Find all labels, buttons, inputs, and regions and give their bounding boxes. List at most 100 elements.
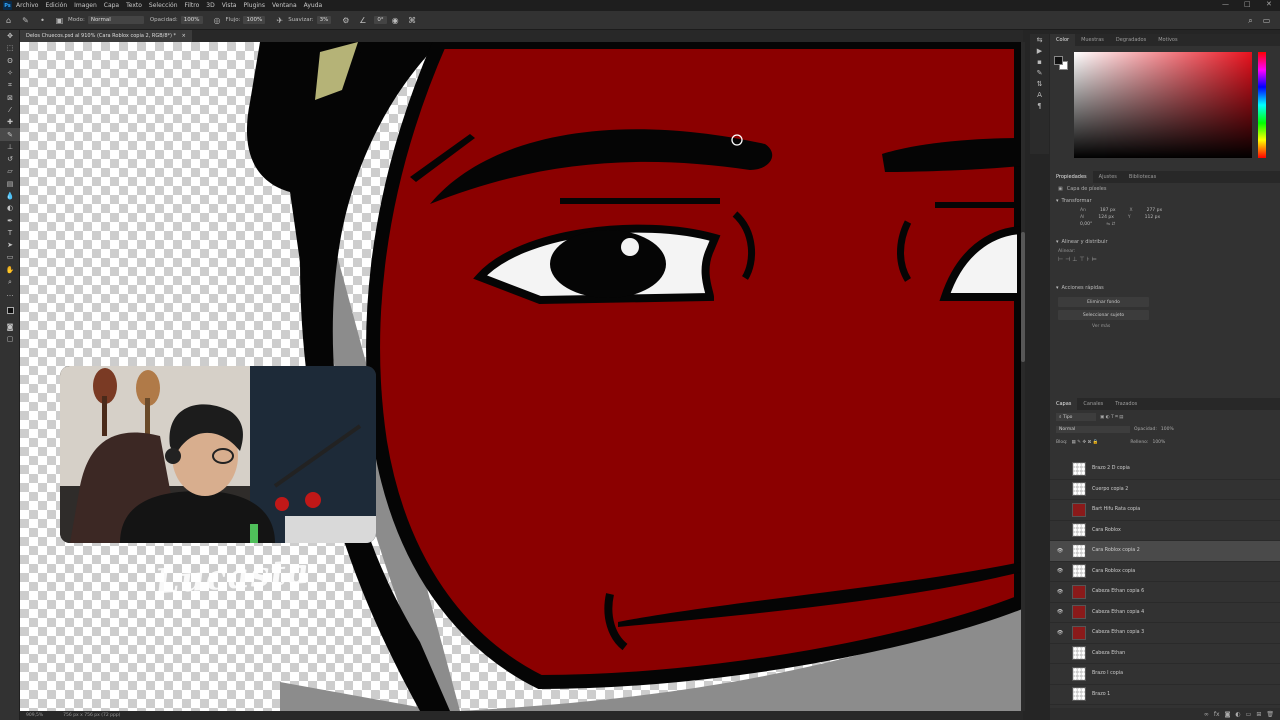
tab-capas[interactable]: Capas (1050, 398, 1078, 410)
foreground-background-swatches[interactable] (1054, 56, 1068, 70)
brush-tool-icon[interactable]: ✎ (21, 16, 30, 25)
tab-propiedades[interactable]: Propiedades (1050, 171, 1093, 183)
layer-name[interactable]: Cabeza Ethan copia 3 (1092, 630, 1144, 635)
healing-tool-icon[interactable]: ✚ (0, 116, 20, 128)
visibility-eye-icon[interactable]: 👁 (1054, 609, 1066, 615)
move-tool-icon[interactable]: ✥ (0, 30, 20, 42)
smoothing-input[interactable]: 3% (316, 16, 332, 24)
tab-canales[interactable]: Canales (1077, 398, 1109, 410)
menu-edicion[interactable]: Edición (45, 2, 67, 9)
menu-vista[interactable]: Vista (222, 2, 237, 9)
type-tool-icon[interactable]: T (0, 227, 20, 239)
layer-row[interactable]: 👁 Cabeza Ethan copia 3 (1050, 623, 1280, 644)
mode-control[interactable]: Modo: Normal (68, 16, 144, 24)
pressure-size-icon[interactable]: ◉ (391, 16, 400, 25)
pressure-opacity-icon[interactable]: ◎ (213, 16, 222, 25)
rectangle-tool-icon[interactable]: ▭ (0, 251, 20, 263)
layer-comps-icon[interactable]: ⇆ (1030, 34, 1049, 45)
path-select-tool-icon[interactable]: ➤ (0, 239, 20, 251)
mask-icon[interactable]: ◙ (1225, 711, 1231, 718)
y-input[interactable]: 112 px (1145, 215, 1161, 220)
menu-imagen[interactable]: Imagen (74, 2, 97, 9)
tab-muestras[interactable]: Muestras (1075, 34, 1110, 46)
more-tools-icon[interactable]: … (0, 288, 20, 300)
gear-icon[interactable]: ⚙ (341, 16, 350, 25)
layer-row[interactable]: Bart Hifu Rata copia (1050, 500, 1280, 521)
character-icon[interactable]: A (1030, 89, 1049, 100)
mode-select[interactable]: Normal (87, 16, 144, 24)
layer-name[interactable]: Cabeza Ethan copia 4 (1092, 610, 1144, 615)
visibility-eye-icon[interactable]: 👁 (1054, 548, 1066, 554)
crop-tool-icon[interactable]: ⌗ (0, 79, 20, 91)
smoothing-control[interactable]: Suavizar: 3% (288, 16, 332, 24)
canvas-vertical-scrollbar[interactable] (1021, 42, 1025, 711)
quick-mask-icon[interactable]: ◙ (0, 321, 20, 333)
layer-name[interactable]: Brazo 1 (1092, 692, 1110, 697)
tab-ajustes[interactable]: Ajustes (1093, 171, 1123, 183)
width-input[interactable]: 187 px (1100, 208, 1116, 213)
home-icon[interactable]: ⌂ (4, 16, 13, 25)
play-icon[interactable]: ▶ (1030, 45, 1049, 56)
hue-slider[interactable] (1258, 52, 1266, 158)
x-input[interactable]: 277 px (1147, 208, 1163, 213)
airbrush-icon[interactable]: ✈ (275, 16, 284, 25)
zoom-tool-icon[interactable]: ⌕ (0, 276, 20, 288)
layer-name[interactable]: Cuerpo copia 2 (1092, 487, 1128, 492)
menu-plugins[interactable]: Plugins (243, 2, 265, 9)
layer-row[interactable]: 👁 Cara Roblox copia (1050, 562, 1280, 582)
flow-control[interactable]: Flujo: 100% (226, 16, 266, 24)
layer-name[interactable]: Brazo 2 D copia (1092, 466, 1130, 471)
opacity-input[interactable]: 100% (180, 16, 203, 24)
menu-seleccion[interactable]: Selección (149, 2, 178, 9)
adjust-icon[interactable]: ⇅ (1030, 78, 1049, 89)
menu-3d[interactable]: 3D (206, 2, 214, 9)
lasso-tool-icon[interactable]: ʘ (0, 55, 20, 67)
brush-panel-icon[interactable]: ▣ (55, 16, 64, 25)
layer-row[interactable]: Cabeza Ethan (1050, 644, 1280, 664)
brush-size-icon[interactable]: • (38, 16, 47, 25)
stamp-tool-icon[interactable]: ⊥ (0, 141, 20, 153)
zoom-level[interactable]: 909,5% (26, 713, 43, 718)
tab-degradados[interactable]: Degradados (1110, 34, 1152, 46)
lock-icons[interactable]: ▦ ✎ ✥ ⊠ 🔒 (1071, 440, 1098, 445)
visibility-eye-icon[interactable]: 👁 (1054, 568, 1066, 574)
workspace-icon[interactable]: ▭ (1262, 16, 1271, 25)
layer-filter-select[interactable]: ⌕ Tipo (1056, 412, 1096, 421)
color-picker-field[interactable] (1074, 52, 1252, 158)
align-section[interactable]: ▾ Alinear y distribuir (1050, 236, 1280, 248)
history-brush-tool-icon[interactable]: ↺ (0, 153, 20, 165)
tab-motivos[interactable]: Motivos (1152, 34, 1183, 46)
eraser-tool-icon[interactable]: ▱ (0, 165, 20, 177)
blend-mode-select[interactable]: Normal (1056, 426, 1130, 433)
quick-select-tool-icon[interactable]: ✧ (0, 67, 20, 79)
layer-row[interactable]: 👁 Cabeza Ethan copia 4 (1050, 603, 1280, 623)
tab-color[interactable]: Color (1050, 34, 1076, 46)
tab-trazados[interactable]: Trazados (1109, 398, 1143, 410)
search-icon[interactable]: ⌕ (1246, 16, 1255, 25)
layer-name[interactable]: Cara Roblox copia (1092, 569, 1135, 574)
menu-archivo[interactable]: Archivo (16, 2, 38, 9)
quick-actions-section[interactable]: ▾ Acciones rápidas (1050, 282, 1280, 294)
adjustment-layer-icon[interactable]: ◐ (1235, 711, 1240, 718)
layer-row[interactable]: Cara Roblox (1050, 521, 1280, 541)
layer-name[interactable]: Cara Roblox (1092, 528, 1121, 533)
menu-ventana[interactable]: Ventana (272, 2, 297, 9)
comment-icon[interactable]: ▪ (1030, 56, 1049, 67)
hand-tool-icon[interactable]: ✋ (0, 264, 20, 276)
layer-row[interactable]: Brazo 2 D copia (1050, 459, 1280, 480)
flow-input[interactable]: 100% (243, 16, 266, 24)
group-icon[interactable]: ▭ (1246, 711, 1252, 718)
flip-icon[interactable]: ⇋ ⇵ (1106, 222, 1115, 227)
visibility-eye-icon[interactable]: 👁 (1054, 589, 1066, 595)
tab-bibliotecas[interactable]: Bibliotecas (1123, 171, 1162, 183)
scrollbar-thumb[interactable] (1021, 232, 1025, 362)
screen-mode-icon[interactable]: ▢ (0, 333, 20, 345)
link-layers-icon[interactable]: ∞ (1204, 711, 1209, 718)
layer-row[interactable]: Brazo I copia (1050, 664, 1280, 685)
fx-icon[interactable]: fx (1214, 711, 1220, 718)
angle-icon[interactable]: ∠ (358, 16, 367, 25)
layer-name[interactable]: Cabeza Ethan (1092, 651, 1125, 656)
minimize-button[interactable]: — (1222, 0, 1229, 8)
color-swatches-icon[interactable] (0, 301, 20, 321)
gradient-tool-icon[interactable]: ▤ (0, 178, 20, 190)
